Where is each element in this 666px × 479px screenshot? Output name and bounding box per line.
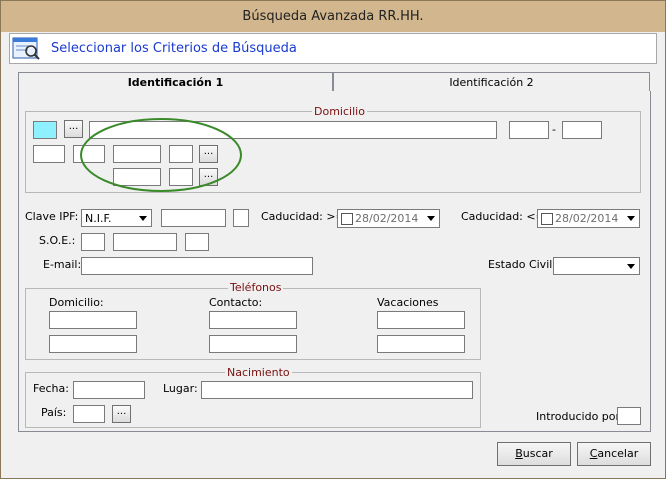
tel-contacto-field-2[interactable] <box>209 335 297 353</box>
caducidad-to-date[interactable]: 28/02/2014 <box>537 209 640 228</box>
lugar-label: Lugar: <box>163 382 198 395</box>
doc-type-select[interactable]: N.I.F. <box>81 209 152 227</box>
lugar-field[interactable] <box>201 381 473 399</box>
address-number-field[interactable] <box>509 121 549 139</box>
estado-civil-label: Estado Civil: <box>488 258 557 271</box>
telefonos-title: Teléfonos <box>228 281 284 294</box>
soe-field-2[interactable] <box>113 233 177 251</box>
fecha-label: Fecha: <box>33 382 69 395</box>
header-label: Seleccionar los Criterios de Búsqueda <box>51 41 297 56</box>
title-bar: Búsqueda Avanzada RR.HH. <box>1 1 665 32</box>
chevron-down-icon <box>623 211 638 226</box>
introducido-field[interactable] <box>617 407 641 425</box>
fecha-field[interactable] <box>73 381 145 399</box>
criteria-header: Seleccionar los Criterios de Búsqueda <box>9 33 657 64</box>
introducido-label: Introducido por: <box>536 410 624 423</box>
nacimiento-title: Nacimiento <box>225 366 292 379</box>
clave-ipf-check-field[interactable] <box>233 209 249 227</box>
soe-label: S.O.E.: <box>39 234 76 247</box>
buscar-button[interactable]: Buscar <box>497 442 571 466</box>
pais-browse-button[interactable]: ... <box>112 405 131 423</box>
tel-vacaciones-label: Vacaciones <box>377 296 439 309</box>
caducidad-from-date[interactable]: 28/02/2014 <box>337 209 440 228</box>
pais-label: País: <box>41 406 67 419</box>
clave-ipf-field[interactable] <box>161 209 226 227</box>
tel-contacto-label: Contacto: <box>209 296 263 309</box>
address-floor-field[interactable] <box>562 121 602 139</box>
caducidad-from-value: 28/02/2014 <box>355 212 419 225</box>
highlight-ellipse <box>80 118 242 192</box>
tel-domicilio-label: Domicilio: <box>49 296 104 309</box>
caducidad-from-checkbox[interactable] <box>341 213 353 225</box>
chevron-down-icon <box>623 259 638 273</box>
clave-ipf-label: Clave IPF: <box>25 210 79 223</box>
soe-field-3[interactable] <box>185 233 209 251</box>
caducidad-to-value: 28/02/2014 <box>555 212 619 225</box>
soe-field-1[interactable] <box>81 233 105 251</box>
cancelar-label: ancelar <box>597 447 639 460</box>
cancelar-button[interactable]: Cancelar <box>577 442 651 466</box>
caducidad-to-label: Caducidad: <= <box>461 210 545 223</box>
buscar-mnemonic: B <box>515 447 523 460</box>
domicilio-title: Domicilio <box>312 105 367 118</box>
search-criteria-icon <box>12 37 40 60</box>
address-dash: - <box>552 123 556 136</box>
tab-identificacion-1[interactable]: Identificación 1 <box>18 72 333 92</box>
buscar-label: uscar <box>522 447 553 460</box>
tel-domicilio-field-1[interactable] <box>49 311 137 329</box>
chevron-down-icon <box>423 211 438 226</box>
caducidad-from-label: Caducidad: >= <box>261 210 345 223</box>
caducidad-to-checkbox[interactable] <box>541 213 553 225</box>
estado-civil-select[interactable] <box>553 257 640 275</box>
tel-vacaciones-field-1[interactable] <box>377 311 465 329</box>
pais-field[interactable] <box>73 405 105 423</box>
window-title: Búsqueda Avanzada RR.HH. <box>242 9 424 24</box>
postal-code-field[interactable] <box>33 145 65 163</box>
chevron-down-icon <box>135 211 150 225</box>
email-label: E-mail: <box>43 258 82 271</box>
tab-identificacion-2[interactable]: Identificación 2 <box>333 72 650 92</box>
address-type-field[interactable] <box>33 121 57 139</box>
tel-vacaciones-field-2[interactable] <box>377 335 465 353</box>
tel-domicilio-field-2[interactable] <box>49 335 137 353</box>
email-field[interactable] <box>81 257 313 275</box>
dialog-window: Búsqueda Avanzada RR.HH. Seleccionar los… <box>0 0 666 479</box>
tel-contacto-field-1[interactable] <box>209 311 297 329</box>
doc-type-value: N.I.F. <box>85 212 112 225</box>
